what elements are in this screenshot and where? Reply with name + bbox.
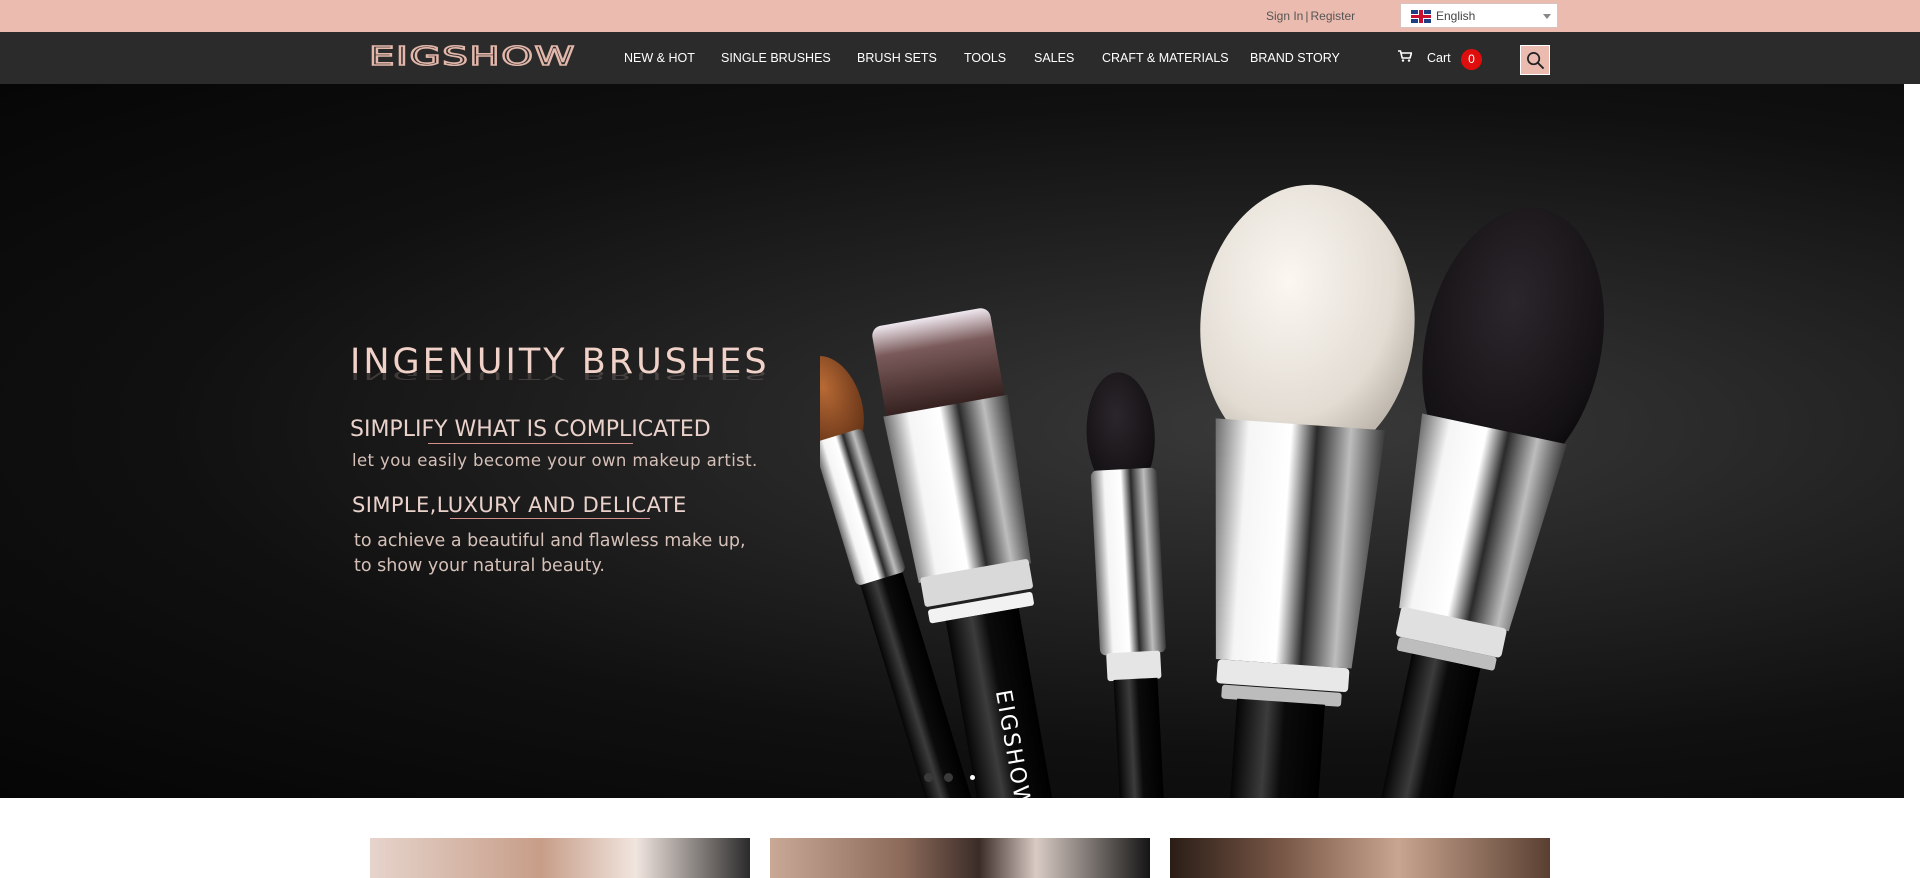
cart-icon: [1398, 50, 1412, 62]
nav-item-tools[interactable]: TOOLS: [964, 51, 1006, 65]
search-icon: [1527, 52, 1545, 70]
cart-label: Cart: [1427, 51, 1451, 65]
main-navigation: EIGSHOW NEW & HOT SINGLE BRUSHES BRUSH S…: [0, 32, 1920, 84]
language-label: English: [1436, 9, 1476, 23]
feature-tile-3[interactable]: [1170, 838, 1550, 878]
carousel-dot-3[interactable]: [970, 775, 975, 780]
brush-product-image: EIGSHOW: [820, 184, 1605, 798]
nav-item-new-hot[interactable]: NEW & HOT: [624, 51, 695, 65]
hero-headline-reflection: INGENUITY BRUSHES: [350, 368, 770, 382]
hero-subtext-2: to achieve a beautiful and flawless make…: [354, 529, 746, 579]
register-link[interactable]: Register: [1310, 9, 1355, 23]
chevron-down-icon: [1543, 14, 1551, 19]
hero-line-1: SIMPLIFY WHAT IS COMPLICATED: [350, 417, 711, 442]
hero-banner[interactable]: INGENUITY BRUSHES INGENUITY BRUSHES SIMP…: [0, 84, 1904, 798]
hero-line-2: SIMPLE,LUXURY AND DELICATE: [352, 493, 687, 517]
sign-in-link[interactable]: Sign In: [1266, 9, 1303, 23]
hero-subtext-2b: to show your natural beauty.: [354, 556, 605, 576]
hero-subtext-2a: to achieve a beautiful and flawless make…: [354, 531, 746, 551]
cart-count-badge: 0: [1461, 49, 1482, 70]
hero-underline-1: [428, 443, 633, 444]
nav-item-single-brushes[interactable]: SINGLE BRUSHES: [721, 51, 831, 65]
hero-underline-2: [450, 518, 650, 519]
hero-subtext-1: let you easily become your own makeup ar…: [352, 451, 758, 470]
nav-item-brand-story[interactable]: BRAND STORY: [1250, 51, 1340, 65]
top-bar: Sign In | Register English: [0, 0, 1920, 32]
nav-item-craft-materials[interactable]: CRAFT & MATERIALS: [1102, 51, 1229, 65]
carousel-dot-1[interactable]: [924, 773, 933, 782]
account-links: Sign In | Register: [1266, 9, 1355, 23]
feature-tile-1[interactable]: [370, 838, 750, 878]
account-separator: |: [1305, 9, 1309, 23]
language-select[interactable]: English: [1400, 3, 1558, 28]
nav-item-sales[interactable]: SALES: [1034, 51, 1074, 65]
nav-item-brush-sets[interactable]: BRUSH SETS: [857, 51, 937, 65]
search-button[interactable]: [1520, 45, 1550, 75]
uk-flag-icon: [1411, 10, 1431, 23]
carousel-dot-2[interactable]: [944, 773, 953, 782]
feature-tile-2[interactable]: [770, 838, 1150, 878]
